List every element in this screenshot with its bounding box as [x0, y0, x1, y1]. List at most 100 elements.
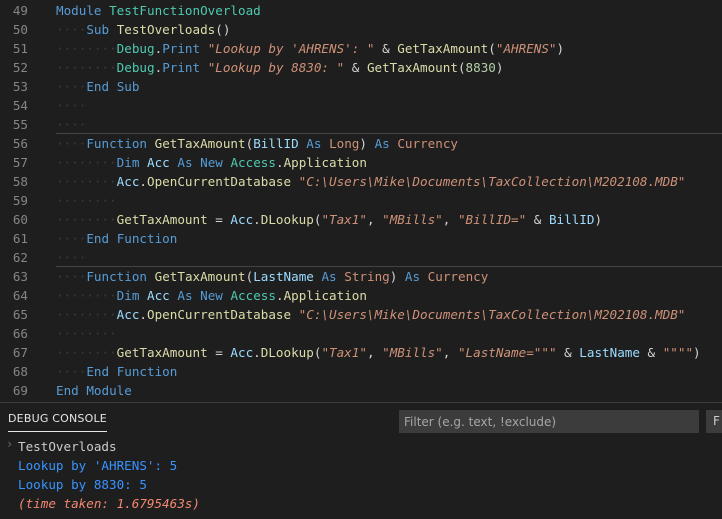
code-text[interactable]: ····Function GetTaxAmount(LastName As St…: [56, 267, 488, 286]
code-text[interactable]: ····: [56, 115, 86, 134]
code-token: Acc: [116, 174, 140, 189]
code-token: .: [139, 307, 148, 322]
code-text[interactable]: ········: [56, 324, 117, 343]
code-line[interactable]: 63 ····Function GetTaxAmount(LastName As …: [0, 267, 722, 286]
code-text[interactable]: ········GetTaxAmount = Acc.DLookup("Tax1…: [56, 210, 602, 229]
code-token: LastName: [253, 269, 314, 284]
line-number: 67: [12, 345, 28, 360]
code-line[interactable]: 56 ····Function GetTaxAmount(BillID As Lo…: [0, 134, 722, 153]
code-line[interactable]: 62 ····: [0, 248, 722, 267]
code-token: ····: [56, 22, 87, 37]
code-token: Module: [86, 383, 132, 398]
code-token: ,: [366, 212, 383, 227]
code-text[interactable]: ········: [56, 191, 117, 210]
code-text[interactable]: ····End Sub: [56, 77, 139, 96]
line-number: 69: [12, 383, 28, 398]
code-text[interactable]: Module TestFunctionOverload: [56, 1, 261, 20]
code-line[interactable]: 61 ····End Function: [0, 229, 722, 248]
filter-options-button[interactable]: F: [706, 410, 722, 433]
filter-input[interactable]: [399, 410, 699, 433]
code-token: (: [457, 60, 466, 75]
code-text[interactable]: ····End Function: [56, 229, 177, 248]
code-text[interactable]: ········Dim Acc As New Access.Applicatio…: [56, 153, 367, 172]
code-line[interactable]: 65 ········Acc.OpenCurrentDatabase "C:\Us…: [0, 305, 722, 324]
code-text[interactable]: ········Acc.OpenCurrentDatabase "C:\User…: [56, 172, 685, 191]
code-token: Acc: [147, 155, 170, 170]
code-token: &: [556, 345, 580, 360]
code-line[interactable]: 50 ····Sub TestOverloads(): [0, 20, 722, 39]
code-line[interactable]: 51 ········Debug.Print "Lookup by 'AHRENS…: [0, 39, 722, 58]
code-text[interactable]: ········GetTaxAmount = Acc.DLookup("Tax1…: [56, 343, 701, 362]
code-line[interactable]: 68 ····End Function: [0, 362, 722, 381]
console-line: (time taken: 1.6795463s): [18, 496, 200, 511]
line-number: 62: [12, 250, 28, 265]
code-line[interactable]: 59 ········: [0, 191, 722, 210]
code-text[interactable]: ····End Function: [56, 362, 177, 381]
code-token: DLookup: [260, 345, 314, 360]
code-line[interactable]: 53 ····End Sub: [0, 77, 722, 96]
code-token: .: [253, 212, 261, 227]
code-token: ): [359, 136, 375, 151]
code-token: """": [662, 345, 694, 360]
line-number: 56: [12, 136, 28, 151]
code-token: .: [139, 174, 148, 189]
console-line: Lookup by 8830: 5: [18, 477, 147, 492]
code-line[interactable]: 66 ········: [0, 324, 722, 343]
line-number: 49: [12, 3, 28, 18]
code-token: OpenCurrentDatabase: [147, 174, 292, 189]
code-line[interactable]: 49 Module TestFunctionOverload: [0, 1, 722, 20]
line-number: 50: [12, 22, 28, 37]
code-token: ········: [56, 174, 117, 189]
line-number: 51: [12, 41, 28, 56]
code-token: 8830: [465, 60, 496, 75]
code-text[interactable]: ········Dim Acc As New Access.Applicatio…: [56, 286, 367, 305]
code-token: BillID: [253, 136, 299, 151]
code-token: .: [253, 345, 261, 360]
code-token: ········: [56, 307, 117, 322]
code-line[interactable]: 52 ········Debug.Print "Lookup by 8830: "…: [0, 58, 722, 77]
code-token: New: [200, 155, 223, 170]
code-line[interactable]: 57 ········Dim Acc As New Access.Applicat…: [0, 153, 722, 172]
code-editor[interactable]: 49 Module TestFunctionOverload 50 ····Sub T…: [0, 0, 722, 402]
code-token: Debug: [116, 41, 155, 56]
code-text[interactable]: ········Debug.Print "Lookup by 'AHRENS':…: [56, 39, 564, 58]
code-line[interactable]: 54 ····: [0, 96, 722, 115]
code-line[interactable]: 67 ········GetTaxAmount = Acc.DLookup("Ta…: [0, 343, 722, 362]
code-text[interactable]: ····Function GetTaxAmount(BillID As Long…: [56, 134, 458, 153]
code-token: ): [693, 345, 701, 360]
line-number: 52: [12, 60, 28, 75]
line-number: 68: [12, 364, 28, 379]
code-token: GetTaxAmount: [116, 212, 208, 227]
code-token: End: [86, 231, 110, 246]
code-token: As: [404, 269, 421, 284]
code-text[interactable]: ····Sub TestOverloads(): [56, 20, 230, 39]
code-token: &: [639, 345, 663, 360]
code-token: ····: [56, 98, 87, 113]
code-line[interactable]: 55 ····: [0, 115, 722, 134]
tab-debug-console[interactable]: DEBUG CONSOLE: [8, 412, 107, 432]
code-line[interactable]: 69 End Module: [0, 381, 722, 400]
code-token: ,: [366, 345, 383, 360]
chevron-right-icon: ›: [6, 437, 14, 451]
code-token: ········: [56, 41, 117, 56]
code-text[interactable]: ········Acc.OpenCurrentDatabase "C:\User…: [56, 305, 685, 324]
code-token: End: [86, 364, 110, 379]
code-token: Sub: [116, 79, 140, 94]
code-token: ····: [56, 117, 87, 132]
code-token: GetTaxAmount: [397, 41, 489, 56]
code-text[interactable]: ········Debug.Print "Lookup by 8830: " &…: [56, 58, 503, 77]
code-text[interactable]: ····: [56, 96, 86, 115]
line-number: 66: [12, 326, 28, 341]
code-line[interactable]: 60 ········GetTaxAmount = Acc.DLookup("Ta…: [0, 210, 722, 229]
code-token: &: [526, 212, 549, 227]
code-line[interactable]: 64 ········Dim Acc As New Access.Applicat…: [0, 286, 722, 305]
code-text[interactable]: End Module: [56, 381, 132, 400]
code-token: (): [215, 22, 231, 37]
code-text[interactable]: ····: [56, 248, 86, 267]
code-line[interactable]: 58 ········Acc.OpenCurrentDatabase "C:\Us…: [0, 172, 722, 191]
code-token: =: [207, 345, 231, 360]
